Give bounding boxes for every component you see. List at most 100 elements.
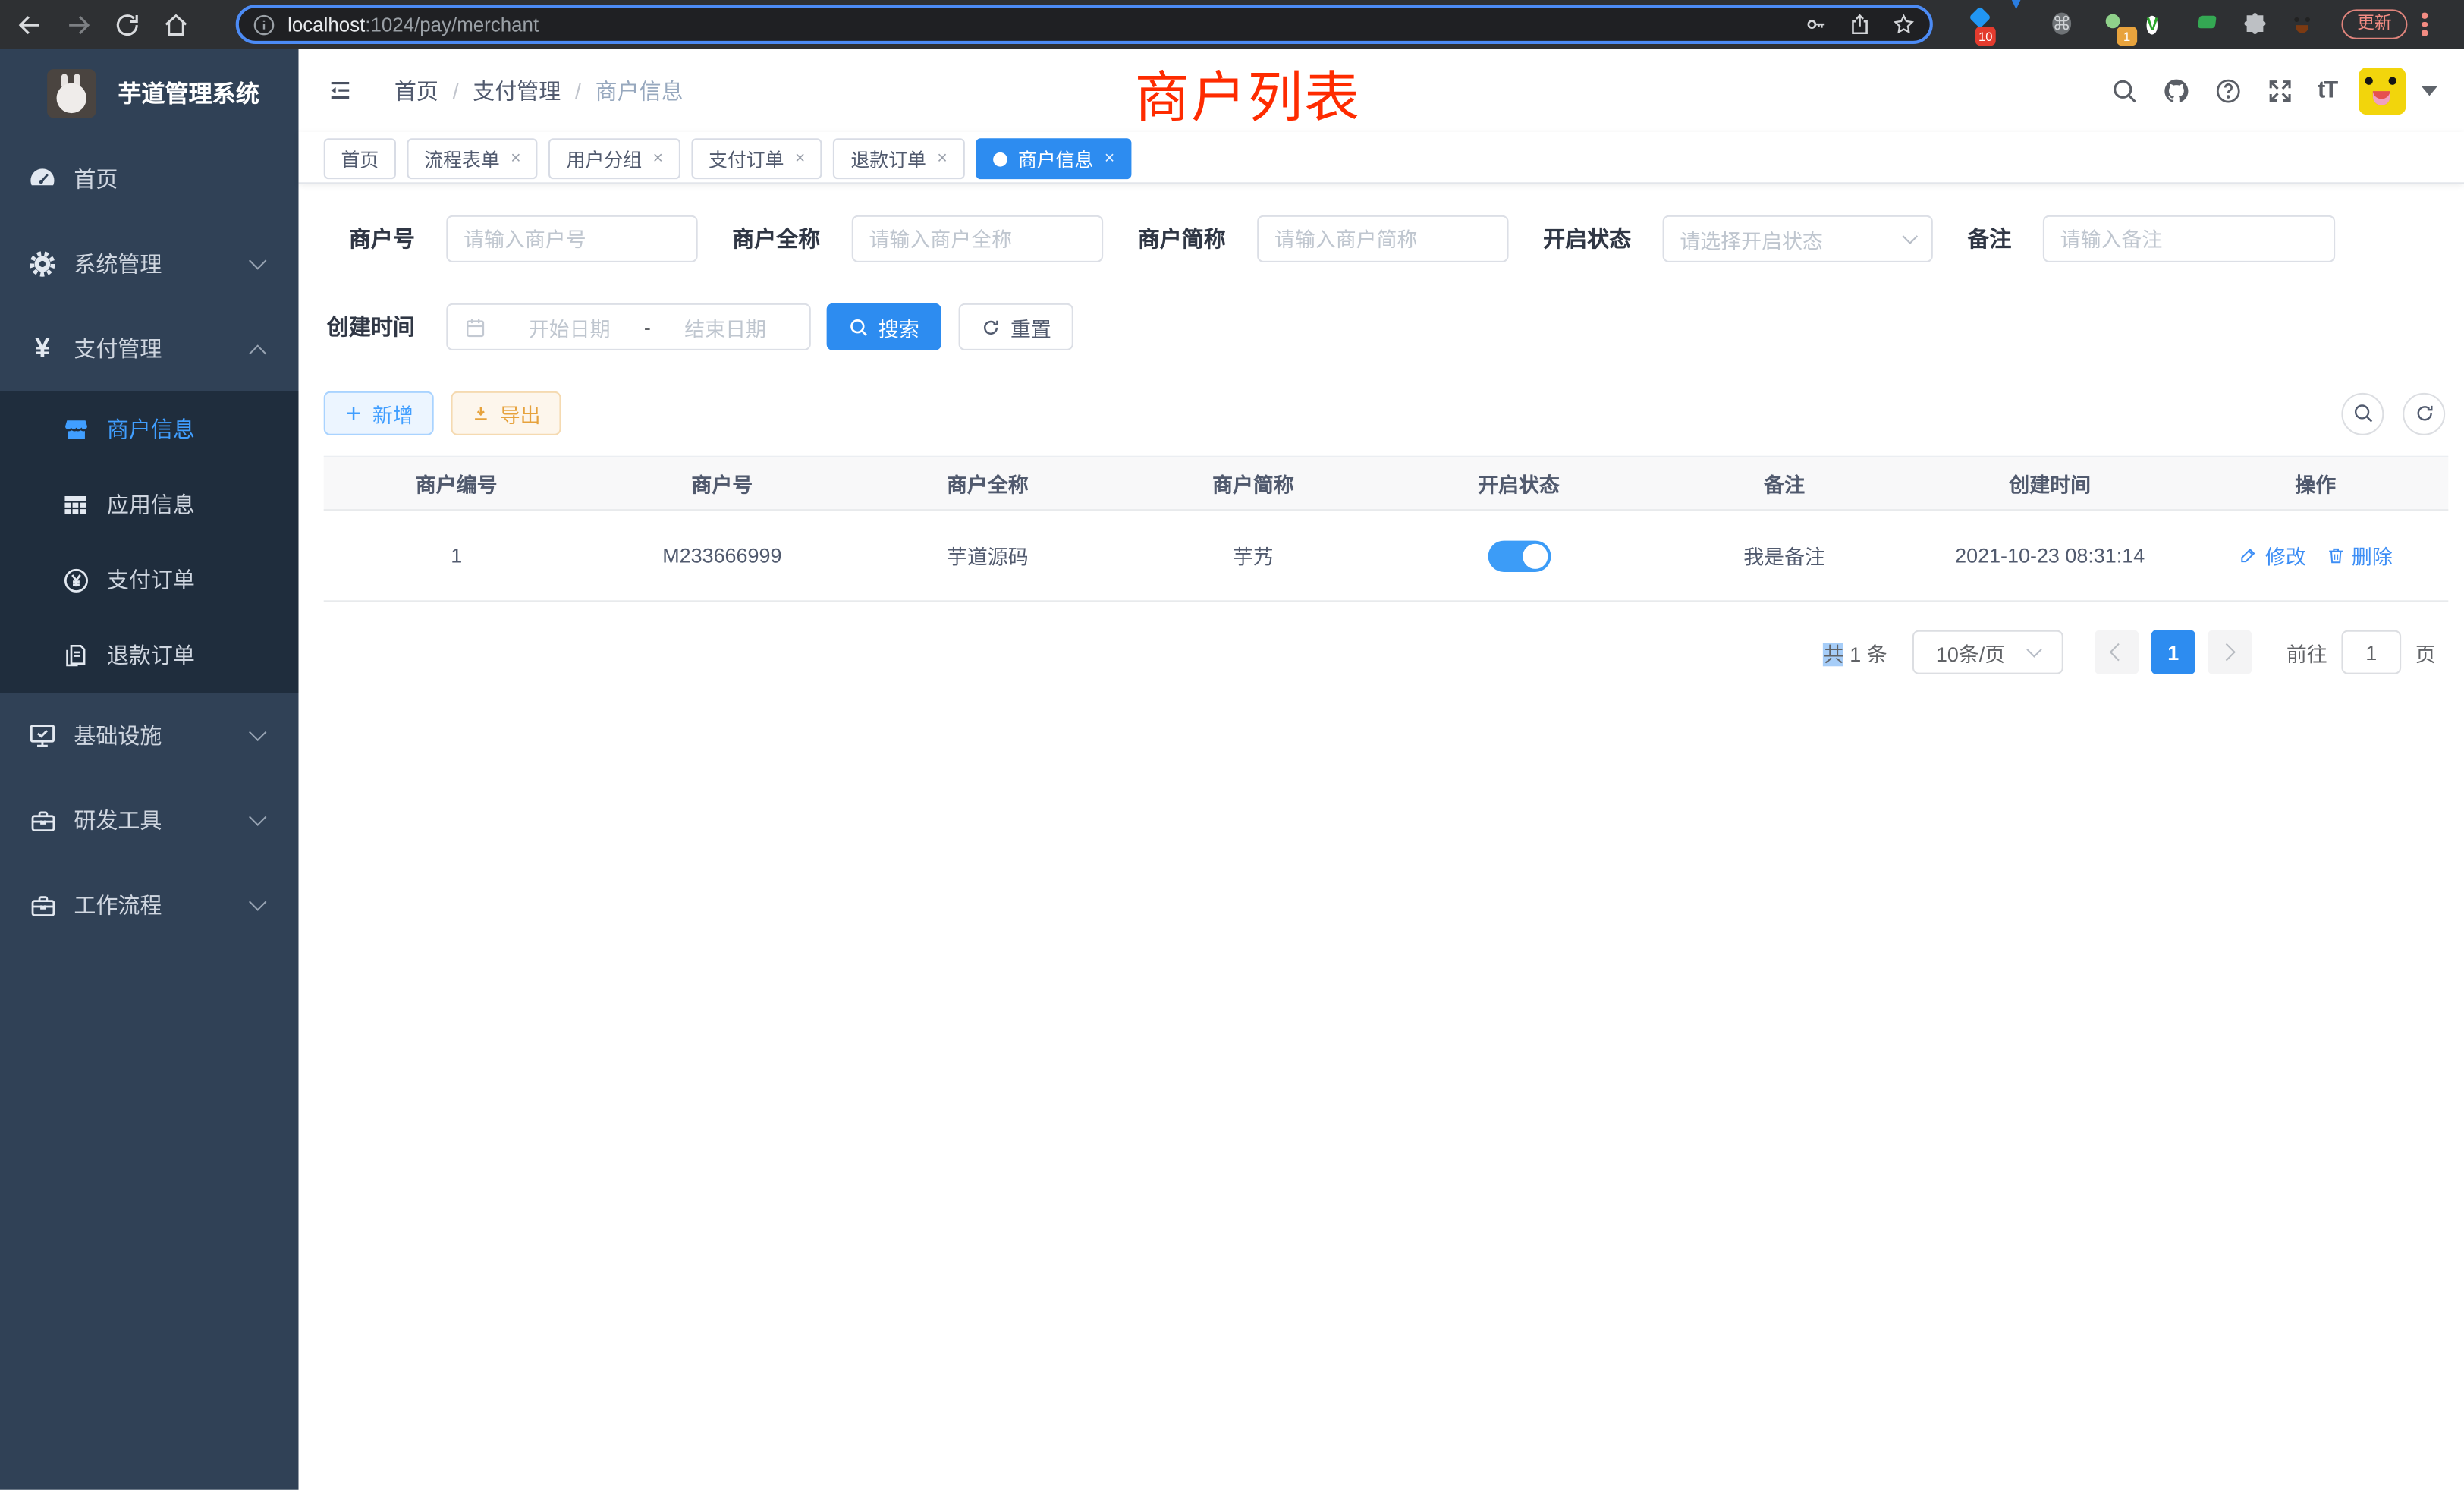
page-size-select[interactable]: 10条/页 [1912,630,2063,674]
edit-link[interactable]: 修改 [2239,541,2306,571]
extension-emoji-icon[interactable] [2288,9,2318,39]
forward-icon[interactable] [64,10,93,38]
active-dot [993,152,1007,166]
chevron-down-icon [1903,228,1919,244]
sidebar-item-pay-orders[interactable]: 支付订单 [0,542,299,618]
close-icon[interactable]: × [795,149,805,168]
tab-merchant-info[interactable]: 商户信息× [976,138,1132,179]
sidebar-item-workflow[interactable]: 工作流程 [0,863,299,948]
field-label: 备注 [1967,223,2011,254]
download-icon [471,404,490,423]
dashboard-icon [25,162,60,196]
sidebar-item-label: 支付管理 [74,333,162,364]
sidebar: 芋道管理系统 首页 系统管理 ¥ 支付管理 商户信息 [0,49,299,1490]
full-name-input[interactable] [852,215,1103,262]
search-button[interactable]: 搜索 [827,303,941,350]
refresh-table-button[interactable] [2403,392,2445,435]
tab-refund-orders[interactable]: 退款订单× [834,138,965,179]
back-icon[interactable] [16,10,44,38]
prev-page-button[interactable] [2095,630,2139,674]
tab-pay-orders[interactable]: 支付订单× [691,138,822,179]
table-tools [2341,392,2448,435]
show-search-button[interactable] [2341,392,2384,435]
page-number-current[interactable]: 1 [2151,630,2195,674]
user-avatar[interactable] [2359,67,2406,114]
font-size-icon[interactable]: tT [2318,77,2337,104]
merchant-table: 商户编号 商户号 商户全称 商户简称 开启状态 备注 创建时间 操作 1 M23… [324,456,2449,602]
close-icon[interactable]: × [937,149,947,168]
grid-table-icon [58,487,93,522]
tab-process-form[interactable]: 流程表单× [407,138,539,179]
date-range-picker[interactable]: 开始日期 - 结束日期 [446,303,811,350]
site-info-icon[interactable] [253,14,275,36]
search-icon[interactable] [2110,76,2139,104]
sidebar-item-app-info[interactable]: 应用信息 [0,467,299,542]
breadcrumb-item[interactable]: 首页 [394,74,438,105]
extension-circle-icon[interactable]: 1 [2099,9,2129,39]
refresh-icon [2413,402,2435,424]
date-end-placeholder: 结束日期 [657,312,794,341]
collapse-menu-icon[interactable] [325,77,355,104]
close-icon[interactable]: × [1105,149,1114,168]
tab-home[interactable]: 首页 [324,138,396,179]
add-button[interactable]: 新增 [324,391,434,435]
bookmark-star-icon[interactable] [1892,13,1916,36]
share-icon[interactable] [1848,13,1872,36]
close-icon[interactable]: × [653,149,663,168]
reset-button[interactable]: 重置 [959,303,1073,350]
password-key-icon[interactable] [1804,13,1828,36]
extension-gem-icon[interactable] [2005,9,2035,39]
edit-icon [2239,545,2259,566]
extension-v-icon[interactable]: V [2147,9,2176,39]
extension-icon[interactable]: 10 [1958,9,1988,39]
sidebar-item-home[interactable]: 首页 [0,137,299,222]
document-copy-icon [58,638,93,673]
delete-link[interactable]: 删除 [2325,541,2393,571]
browser-update-button[interactable]: 更新 [2341,9,2407,39]
column-header: 商户简称 [1120,468,1386,498]
user-menu-caret-icon[interactable] [2422,86,2437,95]
app: 芋道管理系统 首页 系统管理 ¥ 支付管理 商户信息 [0,49,2464,1490]
export-button[interactable]: 导出 [451,391,561,435]
close-icon[interactable]: × [511,149,520,168]
sidebar-item-dev-tools[interactable]: 研发工具 [0,778,299,863]
sidebar-item-refund-orders[interactable]: 退款订单 [0,618,299,693]
extensions-strip: 10 ⌘ 1 V [1958,9,2335,39]
github-icon[interactable] [2162,76,2190,104]
url-text: localhost:1024/pay/merchant [288,14,1784,36]
status-toggle[interactable] [1488,540,1551,571]
breadcrumb-item[interactable]: 支付管理 [473,74,561,105]
browser-menu-icon[interactable] [2422,13,2428,36]
yen-icon: ¥ [25,332,60,366]
logo[interactable]: 芋道管理系统 [0,49,299,137]
refresh-icon[interactable] [113,10,141,38]
status-select[interactable]: 请选择开启状态 [1663,215,1933,262]
shop-icon [58,412,93,447]
extension-command-icon[interactable]: ⌘ [2052,9,2082,39]
sidebar-item-merchant-info[interactable]: 商户信息 [0,391,299,467]
fullscreen-icon[interactable] [2266,76,2294,104]
sidebar-submenu: 商户信息 应用信息 支付订单 退款订单 [0,391,299,693]
chevron-down-icon [249,893,266,910]
tab-user-group[interactable]: 用户分组× [549,138,680,179]
filter-row-2: 创建时间 开始日期 - 结束日期 搜索 重置 [324,303,2449,350]
address-bar[interactable]: localhost:1024/pay/merchant [236,5,1933,44]
chevron-down-icon [2026,642,2042,658]
goto-page-input[interactable] [2341,630,2401,674]
home-icon[interactable] [162,10,190,38]
sidebar-item-infrastructure[interactable]: 基础设施 [0,693,299,778]
next-page-button[interactable] [2208,630,2252,674]
help-icon[interactable] [2214,76,2242,104]
merchant-no-input[interactable] [446,215,697,262]
goto-page: 前往 页 [2286,630,2436,674]
short-name-input[interactable] [1257,215,1508,262]
extension-chat-icon[interactable] [2194,9,2224,39]
remark-input[interactable] [2043,215,2335,262]
date-separator: - [644,315,651,338]
sidebar-item-label: 应用信息 [107,489,195,520]
breadcrumb-separator: / [575,78,581,103]
extensions-puzzle-icon[interactable] [2241,9,2271,39]
sidebar-item-system[interactable]: 系统管理 [0,222,299,306]
breadcrumb-current: 商户信息 [596,74,684,105]
sidebar-item-payment[interactable]: ¥ 支付管理 [0,306,299,391]
